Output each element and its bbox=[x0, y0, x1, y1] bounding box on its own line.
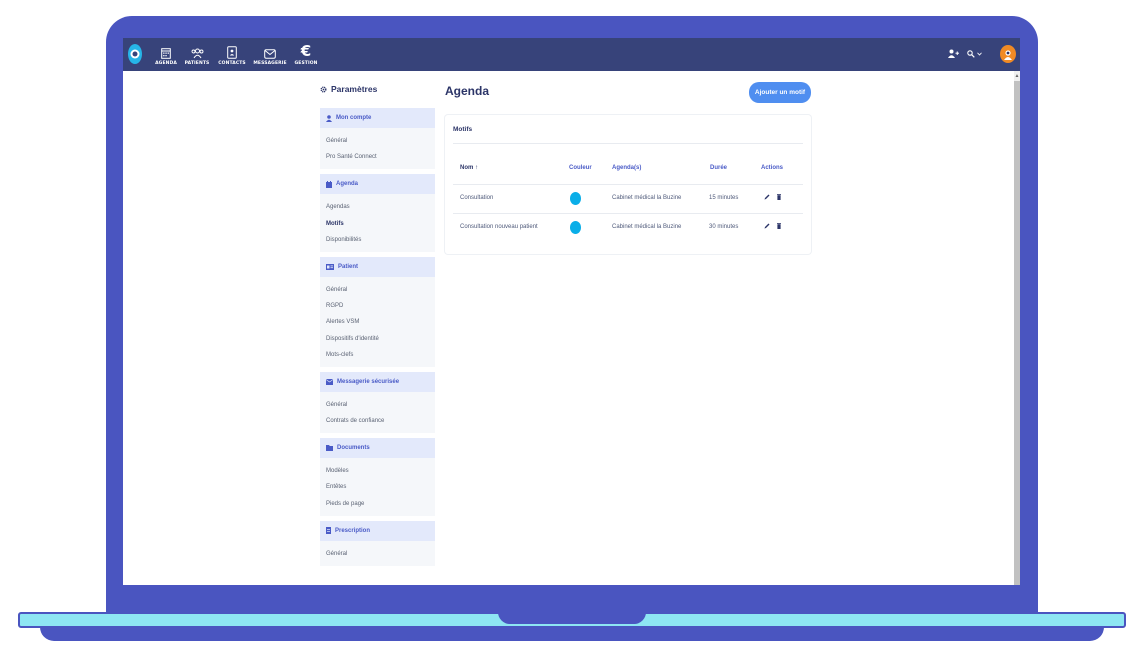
table-row[interactable]: Consultation nouveau patient Cabinet méd… bbox=[453, 213, 803, 242]
section-label: Patient bbox=[338, 263, 359, 270]
motif-color-swatch bbox=[570, 192, 581, 205]
section-header: Patient bbox=[320, 256, 435, 277]
settings-link-pro-sante-connect[interactable]: Pro Santé Connect bbox=[326, 149, 435, 165]
nav-label-patients: PATIENTS bbox=[184, 61, 210, 66]
settings-link-entetes[interactable]: Entêtes bbox=[326, 479, 435, 495]
divider bbox=[453, 143, 803, 144]
settings-link-general[interactable]: Général bbox=[326, 546, 435, 562]
motif-duration: 15 minutes bbox=[709, 195, 739, 201]
trash-icon[interactable] bbox=[777, 223, 781, 231]
column-header-color: Couleur bbox=[569, 165, 592, 171]
top-navigation-bar: AGENDA PATIENTS CONTACTS MESSAGERIE € GE… bbox=[123, 38, 1020, 71]
settings-link-agendas[interactable]: Agendas bbox=[326, 199, 435, 215]
motifs-card: Motifs Nom ↑ Couleur Agenda(s) Durée Act… bbox=[445, 115, 811, 254]
nav-item-gestion[interactable]: € GESTION bbox=[294, 40, 318, 70]
column-header-name[interactable]: Nom ↑ bbox=[460, 165, 478, 171]
app-logo-icon[interactable] bbox=[127, 43, 143, 65]
card-title: Motifs bbox=[453, 126, 473, 133]
settings-section-mon-compte: Mon compte Général Pro Santé Connect bbox=[320, 108, 435, 170]
topbar-right-controls bbox=[948, 45, 1016, 63]
settings-link-disponibilites[interactable]: Disponibilités bbox=[326, 232, 435, 248]
settings-sidebar: Mon compte Général Pro Santé Connect Age… bbox=[320, 108, 435, 571]
scrollbar-thumb[interactable] bbox=[1014, 81, 1020, 585]
section-label: Agenda bbox=[336, 181, 359, 188]
column-header-actions: Actions bbox=[761, 165, 784, 171]
search-dropdown[interactable] bbox=[967, 50, 982, 58]
settings-page: Paramètres Mon compte Général Pro Santé … bbox=[123, 71, 1014, 585]
nav-label-gestion: GESTION bbox=[294, 61, 318, 66]
section-header: Agenda bbox=[320, 174, 435, 195]
nav-item-patients[interactable]: PATIENTS bbox=[184, 40, 210, 70]
mail-icon bbox=[264, 40, 276, 59]
section-header: Documents bbox=[320, 438, 435, 459]
section-header: Mon compte bbox=[320, 108, 435, 128]
contacts-icon bbox=[227, 40, 237, 59]
motif-name: Consultation nouveau patient bbox=[460, 224, 538, 230]
table-row[interactable]: Consultation Cabinet médical la Buzine 1… bbox=[453, 184, 803, 213]
motif-duration: 30 minutes bbox=[709, 224, 739, 230]
user-avatar[interactable] bbox=[1000, 45, 1016, 63]
motif-agenda: Cabinet médical la Buzine bbox=[612, 224, 682, 230]
nav-label-contacts: CONTACTS bbox=[218, 61, 246, 66]
trash-icon[interactable] bbox=[777, 194, 781, 202]
settings-link-general[interactable]: Général bbox=[326, 133, 435, 149]
column-header-agendas: Agenda(s) bbox=[612, 165, 642, 171]
app-screen: AGENDA PATIENTS CONTACTS MESSAGERIE € GE… bbox=[123, 38, 1020, 585]
patients-icon bbox=[191, 40, 204, 59]
calendar-icon bbox=[326, 180, 332, 188]
settings-link-rgpd[interactable]: RGPD bbox=[326, 298, 435, 314]
page-title: Agenda bbox=[445, 84, 490, 98]
settings-title: Paramètres bbox=[320, 84, 377, 94]
settings-section-documents: Documents Modèles Entêtes Pieds de page bbox=[320, 438, 435, 516]
folder-icon bbox=[326, 445, 333, 452]
column-header-duration: Durée bbox=[710, 165, 728, 171]
section-label: Documents bbox=[337, 445, 370, 452]
search-icon bbox=[967, 50, 975, 58]
settings-link-contrats-confiance[interactable]: Contrats de confiance bbox=[326, 413, 435, 429]
motif-color-swatch bbox=[570, 221, 581, 234]
prescription-icon bbox=[326, 527, 331, 535]
settings-link-general[interactable]: Général bbox=[326, 282, 435, 298]
edit-icon[interactable] bbox=[764, 194, 770, 202]
laptop-base-shadow bbox=[40, 627, 1104, 641]
add-motif-button[interactable]: Ajouter un motif bbox=[749, 82, 811, 103]
settings-link-motifs[interactable]: Motifs bbox=[326, 216, 435, 232]
settings-section-prescription: Prescription Général bbox=[320, 520, 435, 566]
settings-link-pieds-de-page[interactable]: Pieds de page bbox=[326, 496, 435, 512]
nav-item-contacts[interactable]: CONTACTS bbox=[218, 40, 246, 70]
section-label: Messagerie sécurisée bbox=[337, 378, 400, 385]
section-header: Messagerie sécurisée bbox=[320, 371, 435, 392]
section-label: Mon compte bbox=[336, 115, 372, 121]
nav-label-messagerie: MESSAGERIE bbox=[253, 61, 287, 66]
settings-link-general[interactable]: Général bbox=[326, 397, 435, 413]
euro-icon: € bbox=[300, 42, 312, 60]
section-label: Prescription bbox=[335, 527, 371, 534]
settings-link-alertes-vsm[interactable]: Alertes VSM bbox=[326, 314, 435, 330]
id-card-icon bbox=[326, 263, 334, 270]
user-icon bbox=[326, 114, 332, 122]
settings-section-patient: Patient Général RGPD Alertes VSM Disposi… bbox=[320, 256, 435, 367]
settings-title-text: Paramètres bbox=[331, 84, 378, 94]
laptop-notch bbox=[498, 612, 646, 624]
nav-item-messagerie[interactable]: MESSAGERIE bbox=[253, 40, 287, 70]
motif-name: Consultation bbox=[460, 195, 494, 201]
scroll-up-arrow[interactable]: ▲ bbox=[1014, 72, 1020, 80]
settings-section-agenda: Agenda Agendas Motifs Disponibilités bbox=[320, 174, 435, 252]
section-header: Prescription bbox=[320, 520, 435, 541]
calendar-icon bbox=[161, 40, 171, 59]
settings-link-mots-clefs[interactable]: Mots-clefs bbox=[326, 347, 435, 363]
nav-item-agenda[interactable]: AGENDA bbox=[155, 40, 177, 70]
add-user-icon[interactable] bbox=[948, 45, 959, 63]
settings-link-modeles[interactable]: Modèles bbox=[326, 463, 435, 479]
envelope-icon bbox=[326, 378, 333, 385]
settings-link-dispositifs-identite[interactable]: Dispositifs d'identité bbox=[326, 331, 435, 347]
motif-agenda: Cabinet médical la Buzine bbox=[612, 195, 682, 201]
chevron-down-icon bbox=[977, 52, 982, 56]
nav-label-agenda: AGENDA bbox=[155, 61, 177, 66]
gear-icon bbox=[320, 86, 327, 92]
edit-icon[interactable] bbox=[764, 223, 770, 231]
settings-section-messagerie: Messagerie sécurisée Général Contrats de… bbox=[320, 371, 435, 434]
